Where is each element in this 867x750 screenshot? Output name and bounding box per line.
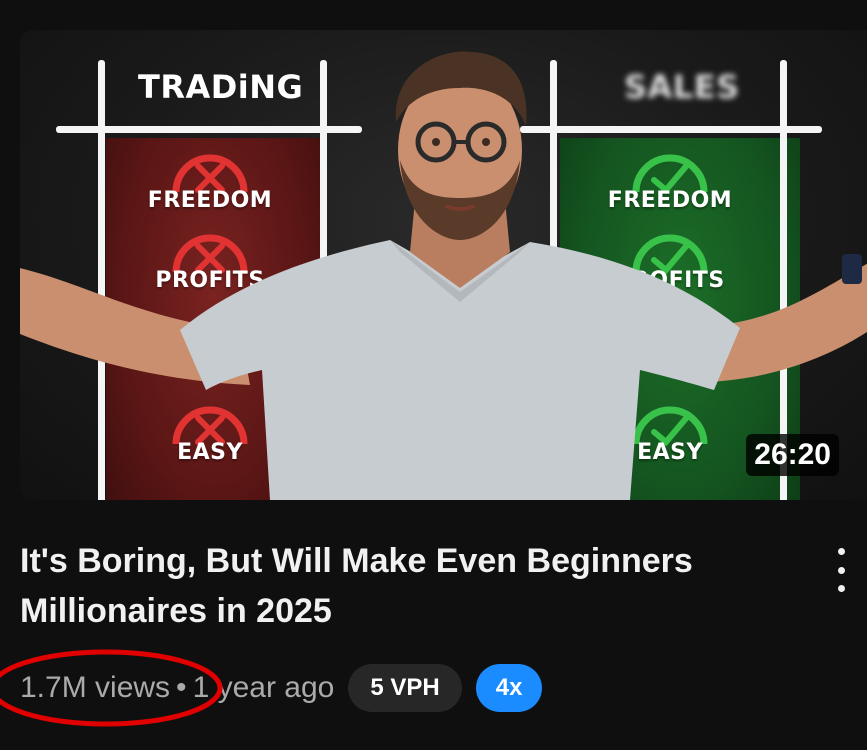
video-card: TRADiNG SALES FREEDOM PROFITS EASY FREED…	[0, 0, 867, 750]
vph-badge[interactable]: 5 VPH	[348, 664, 462, 712]
video-title[interactable]: It's Boring, But Will Make Even Beginner…	[20, 536, 800, 636]
view-count: 1.7M views	[20, 671, 171, 704]
dot	[837, 548, 845, 555]
multiplier-badge[interactable]: 4x	[475, 664, 543, 712]
video-title-line: It's Boring, But Will Make Even Beginner…	[20, 542, 693, 580]
meta-separator: •	[176, 671, 187, 704]
presenter-figure	[20, 51, 867, 500]
dot	[837, 585, 845, 592]
video-thumbnail[interactable]: TRADiNG SALES FREEDOM PROFITS EASY FREED…	[20, 30, 867, 500]
upload-age: 1 year ago	[192, 671, 335, 704]
video-title-line: Millionaires in 2025	[20, 592, 332, 630]
video-duration-badge: 26:20	[746, 434, 839, 476]
dot	[837, 566, 845, 574]
video-metadata: 1.7M views • 1 year ago 5 VPH 4x	[20, 664, 543, 712]
more-options-icon[interactable]	[826, 548, 856, 592]
